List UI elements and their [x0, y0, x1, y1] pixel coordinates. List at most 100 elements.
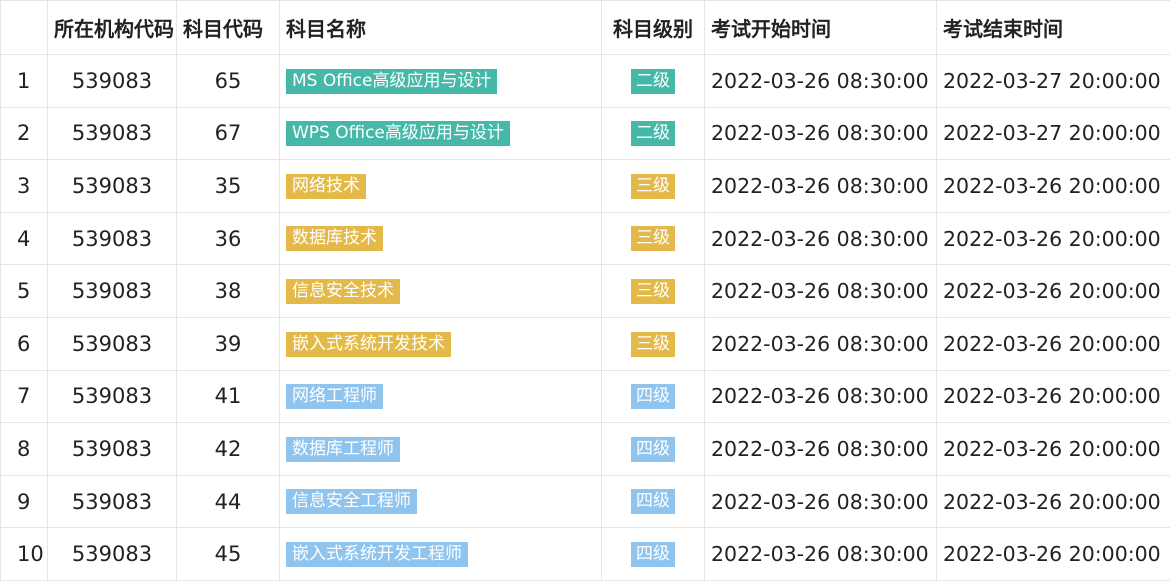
subject-level-badge: 四级	[631, 489, 675, 515]
table-row[interactable]: 6 539083 39 嵌入式系统开发技术 三级 2022-03-26 08:3…	[0, 316, 1170, 371]
row-index: 10	[0, 527, 48, 581]
table-row[interactable]: 7 539083 41 网络工程师 四级 2022-03-26 08:30:00…	[0, 369, 1170, 424]
end-time-cell: 2022-03-26 20:00:00	[936, 159, 1170, 213]
subject-level-cell: 三级	[601, 264, 705, 318]
subject-level-badge: 二级	[631, 68, 675, 94]
row-index: 3	[0, 159, 48, 213]
header-subject-code[interactable]: 科目代码	[176, 0, 280, 55]
subject-code-cell: 65	[176, 54, 280, 108]
row-index: 4	[0, 211, 48, 266]
subject-name-tag: 网络工程师	[286, 384, 383, 410]
subject-level-cell: 三级	[601, 211, 705, 266]
table-row[interactable]: 2 539083 67 WPS Office高级应用与设计 二级 2022-03…	[0, 106, 1170, 161]
org-code-cell: 539083	[47, 106, 177, 161]
end-time-cell: 2022-03-27 20:00:00	[936, 54, 1170, 108]
subject-code-cell: 39	[176, 316, 280, 371]
subject-level-badge: 四级	[631, 436, 675, 462]
subject-name-cell: 嵌入式系统开发技术	[279, 316, 602, 371]
end-time-cell: 2022-03-26 20:00:00	[936, 264, 1170, 318]
start-time-cell: 2022-03-26 08:30:00	[704, 211, 937, 266]
row-index: 2	[0, 106, 48, 161]
org-code-cell: 539083	[47, 264, 177, 318]
start-time-cell: 2022-03-26 08:30:00	[704, 54, 937, 108]
org-code-cell: 539083	[47, 474, 177, 529]
row-index: 9	[0, 474, 48, 529]
start-time-cell: 2022-03-26 08:30:00	[704, 422, 937, 476]
subject-level-cell: 三级	[601, 159, 705, 213]
start-time-cell: 2022-03-26 08:30:00	[704, 316, 937, 371]
exam-subject-table: 所在机构代码 科目代码 科目名称 科目级别 考试开始时间 考试结束时间 1 53…	[0, 0, 1170, 581]
subject-code-cell: 42	[176, 422, 280, 476]
subject-code-cell: 41	[176, 369, 280, 424]
subject-code-cell: 67	[176, 106, 280, 161]
end-time-cell: 2022-03-26 20:00:00	[936, 316, 1170, 371]
subject-name-cell: 数据库技术	[279, 211, 602, 266]
subject-name-tag: 网络技术	[286, 173, 366, 199]
subject-name-tag: 信息安全技术	[286, 278, 400, 304]
row-index: 6	[0, 316, 48, 371]
header-subject-level[interactable]: 科目级别	[601, 0, 705, 55]
header-start-time[interactable]: 考试开始时间	[704, 0, 937, 55]
subject-level-cell: 四级	[601, 527, 705, 581]
row-index: 5	[0, 264, 48, 318]
end-time-cell: 2022-03-26 20:00:00	[936, 474, 1170, 529]
end-time-cell: 2022-03-26 20:00:00	[936, 369, 1170, 424]
subject-name-cell: MS Office高级应用与设计	[279, 54, 602, 108]
subject-level-cell: 四级	[601, 369, 705, 424]
subject-name-cell: 信息安全工程师	[279, 474, 602, 529]
org-code-cell: 539083	[47, 422, 177, 476]
table-header-row: 所在机构代码 科目代码 科目名称 科目级别 考试开始时间 考试结束时间	[0, 0, 1170, 55]
subject-level-badge: 三级	[631, 226, 675, 252]
org-code-cell: 539083	[47, 369, 177, 424]
table-row[interactable]: 5 539083 38 信息安全技术 三级 2022-03-26 08:30:0…	[0, 264, 1170, 318]
subject-level-badge: 四级	[631, 384, 675, 410]
subject-level-badge: 三级	[631, 173, 675, 199]
end-time-cell: 2022-03-27 20:00:00	[936, 106, 1170, 161]
row-index: 1	[0, 54, 48, 108]
start-time-cell: 2022-03-26 08:30:00	[704, 369, 937, 424]
start-time-cell: 2022-03-26 08:30:00	[704, 159, 937, 213]
header-org-code[interactable]: 所在机构代码	[47, 0, 177, 55]
start-time-cell: 2022-03-26 08:30:00	[704, 527, 937, 581]
subject-name-tag: 嵌入式系统开发工程师	[286, 541, 468, 567]
subject-name-tag: 嵌入式系统开发技术	[286, 331, 451, 357]
subject-level-cell: 二级	[601, 106, 705, 161]
org-code-cell: 539083	[47, 527, 177, 581]
subject-level-badge: 三级	[631, 331, 675, 357]
subject-code-cell: 35	[176, 159, 280, 213]
subject-name-tag: 数据库技术	[286, 226, 383, 252]
subject-name-cell: 数据库工程师	[279, 422, 602, 476]
subject-level-badge: 三级	[631, 278, 675, 304]
table-row[interactable]: 8 539083 42 数据库工程师 四级 2022-03-26 08:30:0…	[0, 422, 1170, 476]
header-subject-name[interactable]: 科目名称	[279, 0, 602, 55]
subject-name-tag: 信息安全工程师	[286, 489, 417, 515]
end-time-cell: 2022-03-26 20:00:00	[936, 422, 1170, 476]
org-code-cell: 539083	[47, 316, 177, 371]
table-row[interactable]: 10 539083 45 嵌入式系统开发工程师 四级 2022-03-26 08…	[0, 527, 1170, 581]
subject-level-cell: 二级	[601, 54, 705, 108]
subject-level-cell: 三级	[601, 316, 705, 371]
org-code-cell: 539083	[47, 54, 177, 108]
table-body: 1 539083 65 MS Office高级应用与设计 二级 2022-03-…	[0, 54, 1170, 581]
table-row[interactable]: 4 539083 36 数据库技术 三级 2022-03-26 08:30:00…	[0, 211, 1170, 266]
end-time-cell: 2022-03-26 20:00:00	[936, 211, 1170, 266]
subject-code-cell: 44	[176, 474, 280, 529]
subject-code-cell: 36	[176, 211, 280, 266]
org-code-cell: 539083	[47, 159, 177, 213]
org-code-cell: 539083	[47, 211, 177, 266]
table-row[interactable]: 9 539083 44 信息安全工程师 四级 2022-03-26 08:30:…	[0, 474, 1170, 529]
subject-level-badge: 四级	[631, 541, 675, 567]
table-row[interactable]: 3 539083 35 网络技术 三级 2022-03-26 08:30:00 …	[0, 159, 1170, 213]
start-time-cell: 2022-03-26 08:30:00	[704, 106, 937, 161]
header-index	[0, 0, 48, 55]
subject-code-cell: 38	[176, 264, 280, 318]
start-time-cell: 2022-03-26 08:30:00	[704, 264, 937, 318]
subject-name-tag: 数据库工程师	[286, 436, 400, 462]
subject-name-cell: WPS Office高级应用与设计	[279, 106, 602, 161]
header-end-time[interactable]: 考试结束时间	[936, 0, 1170, 55]
row-index: 7	[0, 369, 48, 424]
subject-code-cell: 45	[176, 527, 280, 581]
subject-name-cell: 嵌入式系统开发工程师	[279, 527, 602, 581]
table-row[interactable]: 1 539083 65 MS Office高级应用与设计 二级 2022-03-…	[0, 54, 1170, 108]
subject-name-tag: WPS Office高级应用与设计	[286, 121, 510, 147]
